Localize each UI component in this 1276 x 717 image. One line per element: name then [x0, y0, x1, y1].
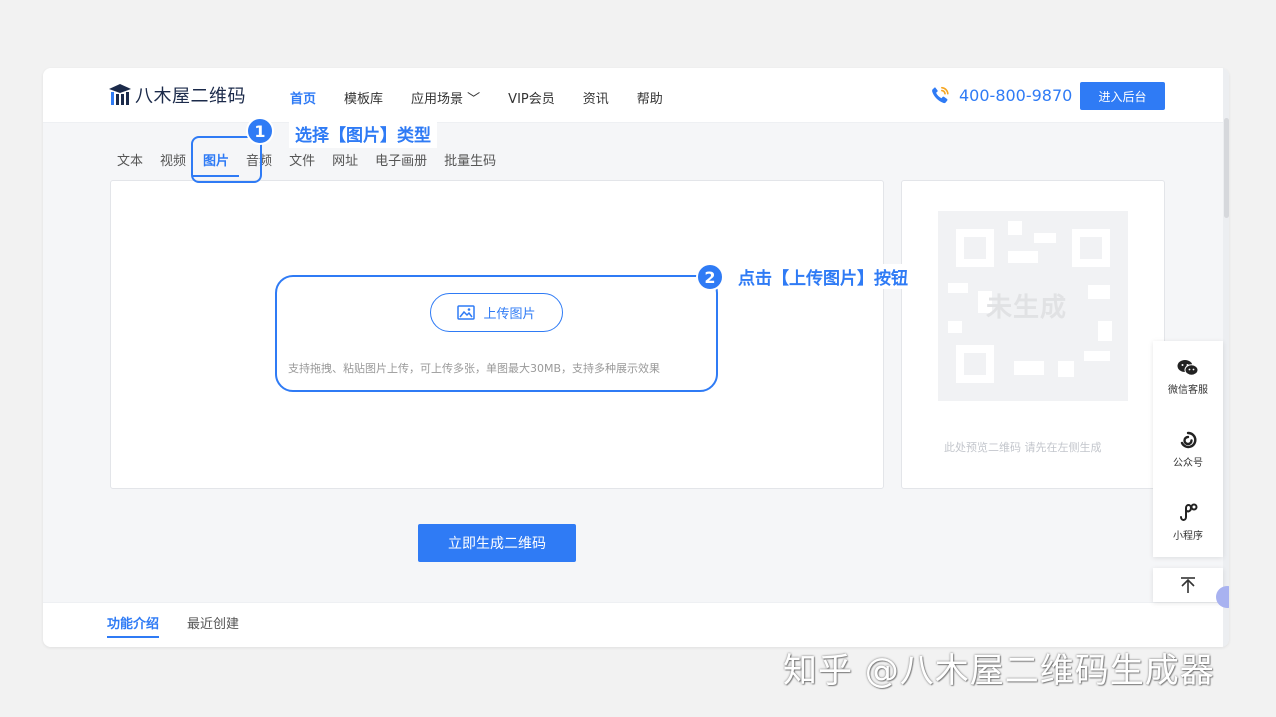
- side-item-label: 公众号: [1173, 457, 1203, 469]
- scrollbar-thumb[interactable]: [1224, 118, 1229, 218]
- tab-file[interactable]: 文件: [289, 150, 315, 169]
- mini-program-button[interactable]: 小程序: [1153, 485, 1223, 557]
- phone-number[interactable]: 400-800-9870: [959, 86, 1072, 105]
- logo-icon: [109, 84, 131, 105]
- nav-menu: 首页 模板库 应用场景 ﹀ VIP会员 资讯 帮助: [290, 88, 691, 107]
- type-tabs: 文本 视频 图片 音频 文件 网址 电子画册 批量生码: [117, 150, 513, 177]
- nav-item-news[interactable]: 资讯: [583, 88, 609, 107]
- side-toolbar: 微信客服 公众号 小程序: [1153, 341, 1223, 557]
- callout-highlight-upload: [275, 275, 718, 392]
- back-to-top-icon: [1181, 577, 1195, 593]
- tab-url[interactable]: 网址: [332, 150, 358, 169]
- top-nav: 八木屋二维码 首页 模板库 应用场景 ﹀ VIP会员 资讯 帮助 400-800…: [43, 68, 1223, 123]
- side-item-label: 小程序: [1173, 530, 1203, 542]
- tab-features[interactable]: 功能介绍: [107, 613, 160, 638]
- generate-qr-button[interactable]: 立即生成二维码: [418, 524, 576, 562]
- official-account-button[interactable]: 公众号: [1153, 413, 1223, 485]
- wechat-icon: [1177, 359, 1199, 376]
- step-badge-2: 2: [696, 263, 724, 291]
- scrollbar[interactable]: [1223, 68, 1229, 647]
- official-account-icon: [1180, 431, 1197, 448]
- step-1-instruction: 选择【图片】类型: [289, 121, 437, 148]
- logo[interactable]: 八木屋二维码: [107, 82, 246, 108]
- phone-icon: [932, 86, 949, 104]
- nav-item-home[interactable]: 首页: [290, 88, 316, 107]
- enter-dashboard-button[interactable]: 进入后台: [1080, 82, 1165, 110]
- tab-video[interactable]: 视频: [160, 150, 186, 169]
- nav-item-help[interactable]: 帮助: [637, 88, 663, 107]
- qr-status: 未生成: [986, 293, 1068, 323]
- tab-ebook[interactable]: 电子画册: [375, 150, 427, 169]
- phone-contact: 400-800-9870: [929, 84, 1072, 106]
- back-to-top-button[interactable]: [1153, 568, 1223, 602]
- step-badge-1: 1: [246, 117, 274, 145]
- nav-item-templates[interactable]: 模板库: [344, 88, 383, 107]
- nav-item-vip[interactable]: VIP会员: [508, 88, 555, 107]
- bottom-tabs: 功能介绍 最近创建: [43, 602, 1223, 647]
- preview-note: 此处预览二维码 请先在左侧生成: [944, 441, 1102, 454]
- brand-name: 八木屋二维码: [135, 86, 246, 107]
- qr-preview-panel: 未生成 此处预览二维码 请先在左侧生成: [901, 180, 1165, 489]
- callout-highlight-image-tab: [191, 136, 262, 183]
- step-2-instruction: 点击【上传图片】按钮: [734, 264, 912, 289]
- side-item-label: 微信客服: [1168, 384, 1208, 396]
- tab-recent[interactable]: 最近创建: [187, 613, 239, 632]
- tab-batch[interactable]: 批量生码: [444, 150, 496, 169]
- tab-text[interactable]: 文本: [117, 150, 143, 169]
- mini-program-icon: [1180, 503, 1198, 521]
- watermark: 知乎 @八木屋二维码生成器: [783, 651, 1215, 691]
- nav-item-scenarios[interactable]: 应用场景 ﹀: [411, 88, 480, 107]
- wechat-service-button[interactable]: 微信客服: [1153, 341, 1223, 413]
